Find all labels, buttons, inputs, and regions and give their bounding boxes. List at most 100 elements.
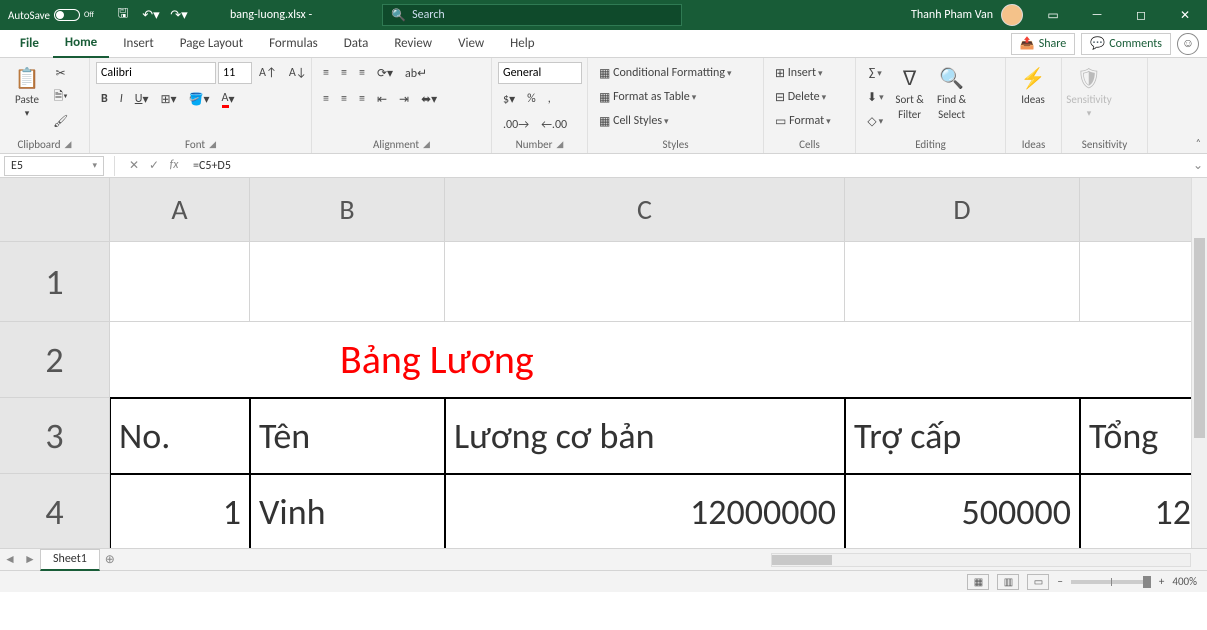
new-sheet-icon[interactable]: ⊕ (100, 552, 120, 567)
tab-home[interactable]: Home (53, 30, 109, 58)
font-name-input[interactable] (96, 62, 216, 84)
col-header-c[interactable]: C (445, 178, 845, 242)
cell-d4[interactable]: 500000 (845, 474, 1080, 548)
cell-b3[interactable]: Tên (250, 398, 445, 474)
increase-font-icon[interactable]: A↑ (254, 62, 282, 84)
autosum-icon[interactable]: ∑ (862, 62, 889, 84)
name-box[interactable]: E5▾ (4, 156, 104, 176)
tab-file[interactable]: File (8, 30, 51, 58)
page-break-view-icon[interactable]: ▭ (1027, 574, 1049, 590)
redo-icon[interactable]: ↷▾ (166, 4, 192, 26)
find-select-button[interactable]: 🔍Find &Select (931, 62, 973, 125)
indent-decrease-icon[interactable]: ⇤ (372, 88, 392, 110)
col-header-d[interactable]: D (845, 178, 1080, 242)
align-top-icon[interactable]: ≡ (318, 62, 334, 84)
format-as-table-button[interactable]: ▦ Format as Table (594, 86, 701, 108)
decrease-decimal-icon[interactable]: ←.00 (536, 114, 572, 136)
cell-a3[interactable]: No. (110, 398, 250, 474)
cell-e3[interactable]: Tổng (1080, 398, 1200, 474)
comma-icon[interactable]: , (543, 88, 556, 110)
font-size-input[interactable] (218, 62, 252, 84)
paste-button[interactable]: 📋Paste▾ (6, 62, 48, 123)
expand-formula-bar-icon[interactable]: ⌄ (1189, 158, 1207, 173)
sheet-tab[interactable]: Sheet1 (40, 549, 100, 571)
format-painter-icon[interactable]: 🖌 (48, 110, 73, 132)
clipboard-launcher-icon[interactable]: ◢ (65, 139, 72, 150)
tab-help[interactable]: Help (498, 30, 546, 58)
user-area[interactable]: Thanh Pham Van (903, 4, 1031, 26)
align-bottom-icon[interactable]: ≡ (354, 62, 370, 84)
row-header-3[interactable]: 3 (0, 398, 110, 474)
conditional-formatting-button[interactable]: ▦ Conditional Formatting (594, 62, 737, 84)
sensitivity-button[interactable]: 🛡Sensitivity▾ (1068, 62, 1110, 123)
tab-formulas[interactable]: Formulas (257, 30, 330, 58)
tab-insert[interactable]: Insert (111, 30, 166, 58)
vertical-scrollbar[interactable] (1191, 178, 1207, 548)
increase-decimal-icon[interactable]: .00→ (498, 114, 534, 136)
select-all-corner[interactable] (0, 178, 110, 242)
tab-data[interactable]: Data (332, 30, 381, 58)
borders-icon[interactable]: ⊞▾ (156, 88, 182, 110)
cell-a4[interactable]: 1 (110, 474, 250, 548)
collapse-ribbon-icon[interactable]: ˄ (1196, 136, 1201, 149)
copy-icon[interactable]: 🗎▾ (48, 86, 73, 108)
align-left-icon[interactable]: ≡ (318, 88, 334, 110)
col-header-a[interactable]: A (110, 178, 250, 242)
row-header-2[interactable]: 2 (0, 322, 110, 398)
wrap-text-icon[interactable]: ab↵ (400, 62, 432, 84)
minimize-icon[interactable]: — (1075, 0, 1119, 30)
maximize-icon[interactable]: ◻ (1119, 0, 1163, 30)
cancel-formula-icon[interactable]: ✕ (125, 158, 143, 173)
cell-c4[interactable]: 12000000 (445, 474, 845, 548)
sheet-nav-next-icon[interactable]: ► (20, 552, 40, 567)
zoom-slider[interactable] (1071, 580, 1151, 584)
share-button[interactable]: 📤Share (1011, 33, 1076, 55)
zoom-in-icon[interactable]: + (1159, 575, 1164, 588)
enter-formula-icon[interactable]: ✓ (145, 158, 163, 173)
currency-icon[interactable]: $▾ (498, 88, 520, 110)
percent-icon[interactable]: % (522, 88, 541, 110)
delete-cells-button[interactable]: ⊟ Delete (770, 86, 831, 108)
ribbon-options-icon[interactable]: ▭ (1031, 0, 1075, 30)
col-header-b[interactable]: B (250, 178, 445, 242)
col-header-e[interactable] (1080, 178, 1200, 242)
merge-icon[interactable]: ⬌▾ (416, 88, 442, 110)
ideas-button[interactable]: ⚡Ideas (1012, 62, 1054, 110)
bold-button[interactable]: B (96, 88, 113, 110)
cell-e4[interactable]: 12 (1080, 474, 1200, 548)
spreadsheet-grid[interactable]: A B C D 1 2 Bảng Lương 3 No. Tên Lương c… (0, 178, 1207, 548)
horizontal-scrollbar[interactable] (771, 553, 1191, 567)
cell-b1[interactable] (250, 242, 445, 322)
row-header-4[interactable]: 4 (0, 474, 110, 548)
align-center-icon[interactable]: ≡ (336, 88, 352, 110)
feedback-icon[interactable]: ☺ (1177, 33, 1199, 55)
cell-styles-button[interactable]: ▦ Cell Styles (594, 110, 674, 132)
number-format-select[interactable] (498, 62, 582, 84)
tab-view[interactable]: View (446, 30, 496, 58)
format-cells-button[interactable]: ▭ Format (770, 110, 836, 132)
alignment-launcher-icon[interactable]: ◢ (423, 139, 430, 150)
font-launcher-icon[interactable]: ◢ (209, 139, 216, 150)
italic-button[interactable]: I (115, 88, 128, 110)
normal-view-icon[interactable]: ▦ (967, 574, 989, 590)
close-icon[interactable]: ✕ (1163, 0, 1207, 30)
cut-icon[interactable]: ✂ (48, 62, 73, 84)
cell-a1[interactable] (110, 242, 250, 322)
fx-icon[interactable]: fx (165, 158, 183, 173)
cell-d3[interactable]: Trợ cấp (845, 398, 1080, 474)
page-layout-view-icon[interactable]: ▥ (997, 574, 1019, 590)
cell-c1[interactable] (445, 242, 845, 322)
fill-color-icon[interactable]: 🪣▾ (184, 88, 215, 110)
cell-b4[interactable]: Vinh (250, 474, 445, 548)
cell-d1[interactable] (845, 242, 1080, 322)
tab-page-layout[interactable]: Page Layout (168, 30, 255, 58)
sheet-nav-prev-icon[interactable]: ◄ (0, 552, 20, 567)
undo-icon[interactable]: ↶▾ (138, 4, 164, 26)
align-right-icon[interactable]: ≡ (354, 88, 370, 110)
insert-cells-button[interactable]: ⊞ Insert (770, 62, 828, 84)
autosave-toggle[interactable]: AutoSave Off (0, 9, 102, 22)
clear-icon[interactable]: ◇ (862, 110, 889, 132)
font-color-icon[interactable]: A▾ (217, 88, 240, 110)
save-icon[interactable]: 🖫 (110, 4, 136, 26)
row-header-1[interactable]: 1 (0, 242, 110, 322)
